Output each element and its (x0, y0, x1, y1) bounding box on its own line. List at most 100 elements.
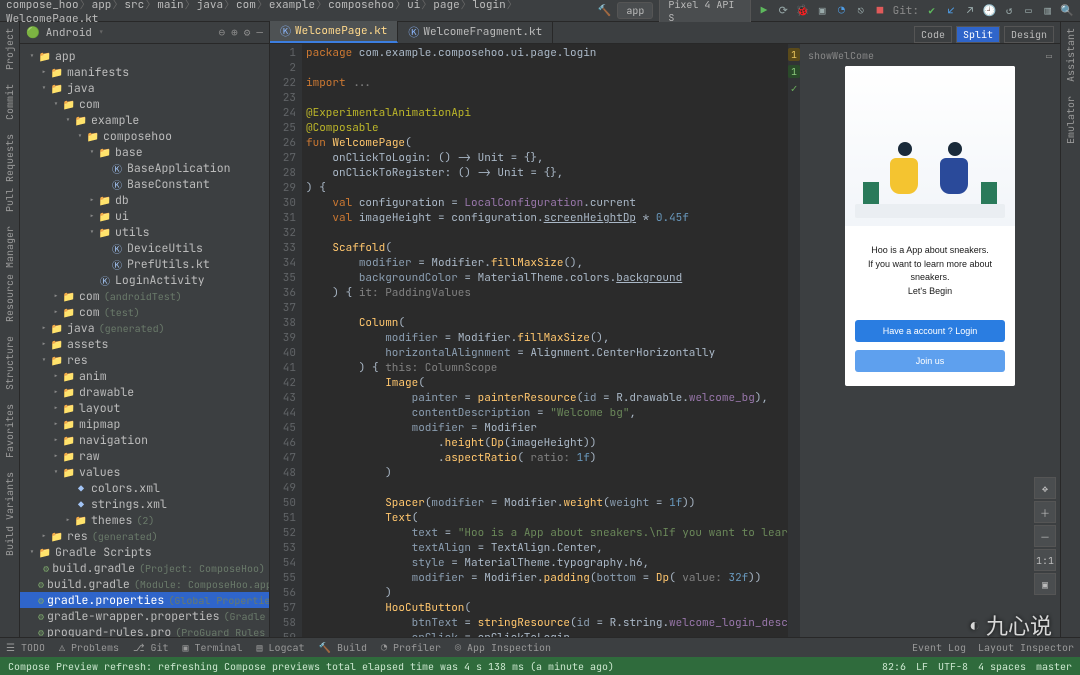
tree-item[interactable]: ▸📁res(generated) (20, 528, 269, 544)
tree-item[interactable]: ▸📁java(generated) (20, 320, 269, 336)
editor-tab[interactable]: ⓀWelcomePage.kt (270, 21, 398, 43)
tree-item[interactable]: ▸📁com(androidTest) (20, 288, 269, 304)
tool-tab[interactable]: ▤ Logcat (257, 641, 305, 654)
gutter[interactable]: 1222232425262728293031323334353637383940… (270, 44, 302, 637)
project-header[interactable]: 🟢Android▾ ⊖ ⊕ ⚙ — (20, 22, 269, 44)
pan-icon[interactable]: ✥ (1034, 477, 1056, 499)
tree-item[interactable]: ⚙build.gradle(Module: ComposeHoo.app) (20, 576, 269, 592)
tool-tab[interactable]: 🔨 Build (319, 641, 367, 654)
attach-icon[interactable]: ⎋ (854, 4, 867, 18)
tree-item[interactable]: ▾📁example (20, 112, 269, 128)
editor-tab[interactable]: ⓀWelcomeFragment.kt (398, 21, 553, 43)
tree-item[interactable]: ⓀLoginActivity (20, 272, 269, 288)
collapse-icon[interactable]: ⊖ (219, 26, 226, 40)
zoom-in-icon[interactable]: ＋ (1034, 501, 1056, 523)
tree-item[interactable]: ▸📁themes(2) (20, 512, 269, 528)
tree-item[interactable]: ▾📁values (20, 464, 269, 480)
side-tab[interactable]: Build Variants (3, 472, 16, 556)
inspection-strip[interactable]: 1 1 ✓ (788, 44, 800, 637)
tool-tab[interactable]: ⎇ Git (133, 641, 169, 654)
git-commit-icon[interactable]: ✔ (925, 4, 938, 18)
history-icon[interactable]: 🕘 (983, 4, 997, 18)
tree-item[interactable]: ⚙gradle.properties(Global Properties) (20, 592, 269, 608)
tree-item[interactable]: ⓀDeviceUtils (20, 240, 269, 256)
tool-tab[interactable]: ☰ TODO (6, 641, 45, 654)
status-item[interactable]: master (1036, 660, 1072, 673)
stop-icon[interactable]: ■ (873, 4, 886, 18)
status-item[interactable]: LF (916, 660, 928, 673)
side-tab[interactable]: Assistant (1064, 28, 1077, 82)
side-tab[interactable]: Pull Requests (3, 134, 16, 212)
tree-item[interactable]: ▾📁java (20, 80, 269, 96)
device-frame-icon[interactable]: ▭ (1046, 49, 1052, 62)
status-item[interactable]: 82:6 (882, 660, 906, 673)
preview-surface[interactable]: Hoo is a App about sneakers. If you want… (845, 66, 1015, 386)
tree-item[interactable]: ▸📁db (20, 192, 269, 208)
side-tab[interactable]: Project (3, 28, 16, 70)
side-tab[interactable]: Emulator (1064, 96, 1077, 144)
profile-icon[interactable]: ◔ (835, 4, 848, 18)
tree-item[interactable]: ▸📁layout (20, 400, 269, 416)
expand-icon[interactable]: ⊕ (231, 26, 238, 40)
join-button[interactable]: Join us (855, 350, 1005, 372)
tree-item[interactable]: ▾📁utils (20, 224, 269, 240)
side-tab[interactable]: Resource Manager (3, 226, 16, 322)
tool-tab[interactable]: ▣ Terminal (183, 641, 243, 654)
git-push-icon[interactable]: ↗ (964, 4, 977, 18)
tree-item[interactable]: ▸📁assets (20, 336, 269, 352)
revert-icon[interactable]: ↺ (1003, 4, 1016, 18)
side-tab[interactable]: Structure (3, 336, 16, 390)
apply-icon[interactable]: ⟳ (777, 4, 790, 18)
tree-item[interactable]: ◆strings.xml (20, 496, 269, 512)
project-tree[interactable]: ▾📁app ▸📁manifests ▾📁java ▾📁com ▾📁example… (20, 44, 269, 637)
login-button[interactable]: Have a account ? Login (855, 320, 1005, 342)
side-tab[interactable]: Favorites (3, 404, 16, 458)
tree-item[interactable]: ▾📁Gradle Scripts (20, 544, 269, 560)
run-icon[interactable]: ▶ (757, 4, 770, 18)
coverage-icon[interactable]: ▣ (816, 4, 829, 18)
tree-item[interactable]: ◆colors.xml (20, 480, 269, 496)
search-icon[interactable]: 🔍 (1060, 4, 1074, 18)
code-editor[interactable]: package com.example.composehoo.ui.page.l… (302, 44, 788, 637)
tool-tab[interactable]: Layout Inspector (978, 641, 1074, 654)
tree-item[interactable]: ▾📁composehoo (20, 128, 269, 144)
tree-item[interactable]: ⚙proguard-rules.pro(ProGuard Rules for C… (20, 624, 269, 637)
tool-tab[interactable]: Event Log (912, 641, 966, 654)
zoom-reset[interactable]: 1:1 (1034, 549, 1056, 571)
tree-item[interactable]: ▸📁raw (20, 448, 269, 464)
tree-item[interactable]: ▾📁base (20, 144, 269, 160)
tool-tab[interactable]: ◔ Profiler (381, 641, 441, 654)
tree-item[interactable]: ▸📁manifests (20, 64, 269, 80)
sdk-icon[interactable]: ▥ (1041, 4, 1054, 18)
tree-item[interactable]: ▸📁ui (20, 208, 269, 224)
tree-item[interactable]: ⓀBaseConstant (20, 176, 269, 192)
status-item[interactable]: 4 spaces (978, 660, 1026, 673)
tree-item[interactable]: ▾📁com (20, 96, 269, 112)
git-update-icon[interactable]: ↙ (944, 4, 957, 18)
view-code[interactable]: Code (914, 26, 952, 43)
gear-icon[interactable]: ⚙ (244, 26, 251, 40)
side-tab[interactable]: Commit (3, 84, 16, 120)
tree-item[interactable]: ⚙gradle-wrapper.properties(Gradle Versio… (20, 608, 269, 624)
view-split[interactable]: Split (956, 26, 1000, 43)
tree-item[interactable]: ▸📁drawable (20, 384, 269, 400)
tree-item[interactable]: ▸📁com(test) (20, 304, 269, 320)
tree-item[interactable]: ▸📁anim (20, 368, 269, 384)
tool-tab[interactable]: ⚠ Problems (59, 641, 119, 654)
tree-item[interactable]: ▾📁res (20, 352, 269, 368)
hammer-icon[interactable]: 🔨 (598, 4, 612, 18)
tree-item[interactable]: ⚙build.gradle(Project: ComposeHoo) (20, 560, 269, 576)
tree-item[interactable]: ⓀPrefUtils.kt (20, 256, 269, 272)
avd-icon[interactable]: ▭ (1022, 4, 1035, 18)
tree-item[interactable]: ⓀBaseApplication (20, 160, 269, 176)
status-item[interactable]: UTF-8 (938, 660, 968, 673)
tree-item[interactable]: ▸📁navigation (20, 432, 269, 448)
run-config[interactable]: app (617, 2, 653, 19)
zoom-out-icon[interactable]: － (1034, 525, 1056, 547)
debug-icon[interactable]: 🐞 (796, 4, 810, 18)
hide-icon[interactable]: — (256, 26, 263, 40)
tree-item[interactable]: ▾📁app (20, 48, 269, 64)
fit-icon[interactable]: ▣ (1034, 573, 1056, 595)
tool-tab[interactable]: ◎ App Inspection (455, 641, 551, 654)
view-design[interactable]: Design (1004, 26, 1054, 43)
